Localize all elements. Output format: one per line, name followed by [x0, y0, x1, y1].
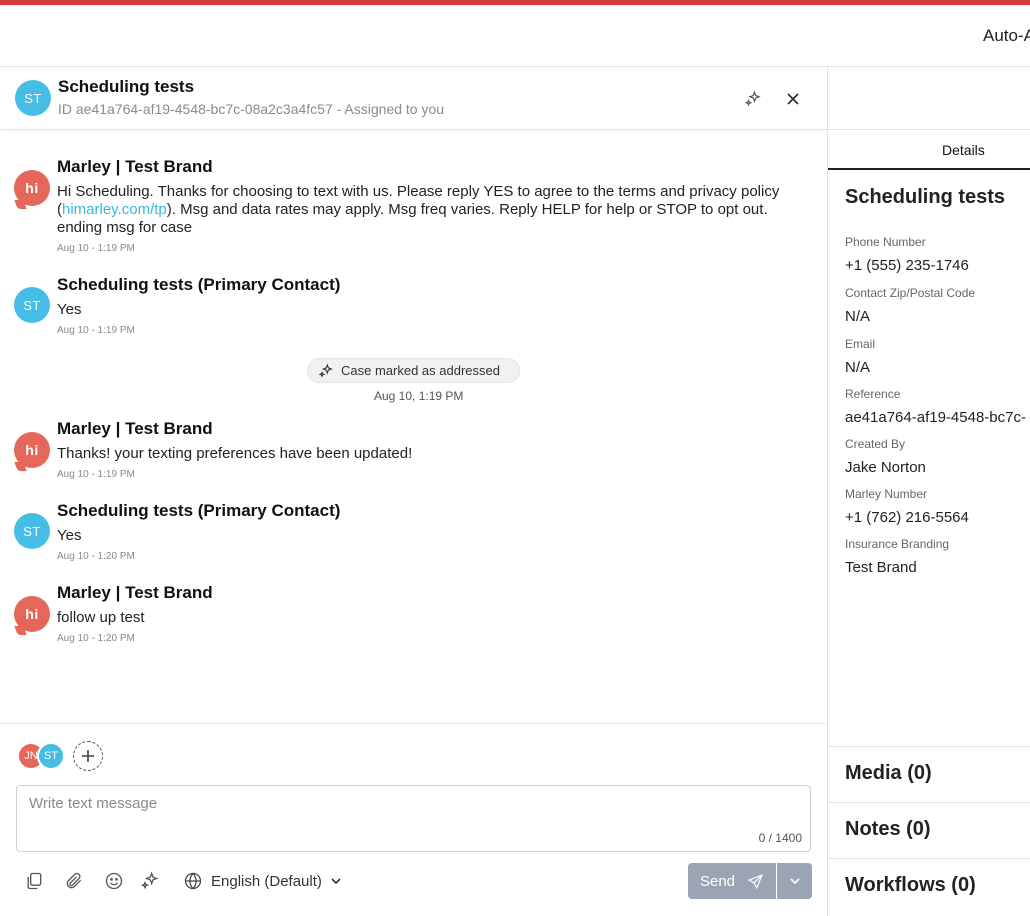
contact-avatar: ST — [14, 513, 50, 549]
message-author: Marley | Test Brand — [57, 583, 213, 602]
chat-title: Scheduling tests — [58, 77, 195, 96]
message-author: Scheduling tests (Primary Contact) — [57, 275, 341, 294]
message-body: Yes — [57, 527, 82, 544]
contact-avatar: ST — [14, 287, 50, 323]
field-value: Jake Norton — [845, 459, 926, 476]
add-participant-button[interactable] — [73, 741, 103, 771]
field-label: Insurance Branding — [845, 537, 950, 551]
plus-icon — [82, 750, 94, 762]
language-selector[interactable]: English (Default) — [183, 870, 342, 892]
tab-details[interactable]: Details — [942, 142, 985, 158]
message-body: Thanks! your texting preferences have be… — [57, 445, 413, 462]
field-value: Test Brand — [845, 559, 917, 576]
event-time: Aug 10, 1:19 PM — [374, 389, 464, 403]
chat-header: ST Scheduling tests ID ae41a764-af19-454… — [0, 67, 828, 130]
notes-section[interactable]: Notes (0) — [828, 802, 1030, 858]
char-counter: 0 / 1400 — [758, 831, 802, 845]
field-value: +1 (555) 235-1746 — [845, 257, 969, 274]
chevron-down-icon — [789, 878, 800, 885]
emoji-icon[interactable] — [103, 870, 125, 892]
section-title: Media (0) — [845, 762, 932, 784]
terms-link[interactable]: himarley.com/tp — [62, 201, 167, 218]
composer-divider — [0, 723, 828, 724]
sparkle-icon — [318, 362, 333, 378]
ai-sparkle-icon[interactable] — [139, 870, 161, 892]
field-value: +1 (762) 216-5564 — [845, 509, 969, 526]
field-label: Marley Number — [845, 487, 928, 501]
contact-avatar: ST — [15, 80, 51, 116]
message-input[interactable] — [29, 795, 789, 823]
event-label: Case marked as addressed — [341, 363, 500, 378]
chat-subtitle: ID ae41a764-af19-4548-bc7c-08a2c3a4fc57 … — [58, 101, 445, 117]
paperclip-icon[interactable] — [63, 870, 85, 892]
message-body: Yes — [57, 301, 82, 318]
message-body: follow up test — [57, 609, 145, 626]
section-title: Notes (0) — [845, 818, 931, 840]
field-value: N/A — [845, 308, 871, 325]
details-tabs: Details — [828, 129, 1030, 170]
templates-icon[interactable] — [23, 870, 45, 892]
message-time: Aug 10 - 1:19 PM — [57, 469, 135, 480]
field-value: N/A — [845, 359, 871, 376]
top-bar: Auto-A — [0, 5, 1030, 67]
message-author: Marley | Test Brand — [57, 157, 213, 176]
message-body: Hi Scheduling. Thanks for choosing to te… — [57, 183, 797, 237]
participant-avatar[interactable]: ST — [37, 742, 65, 770]
details-panel: Details Scheduling tests Phone Number +1… — [827, 67, 1030, 916]
case-addressed-event: Case marked as addressed — [307, 358, 520, 383]
message-time: Aug 10 - 1:20 PM — [57, 551, 135, 562]
message-author: Marley | Test Brand — [57, 419, 213, 438]
brand-avatar: hi — [14, 432, 50, 468]
brand-avatar: hi — [14, 170, 50, 206]
send-label: Send — [699, 872, 736, 890]
send-icon — [747, 873, 763, 889]
field-label: Created By — [845, 437, 906, 451]
field-label: Phone Number — [845, 235, 926, 249]
close-icon[interactable] — [782, 88, 804, 110]
workflows-section[interactable]: Workflows (0) — [828, 858, 1030, 914]
field-label: Contact Zip/Postal Code — [845, 286, 976, 300]
message-time: Aug 10 - 1:19 PM — [57, 243, 135, 254]
message-input-box: 0 / 1400 — [16, 785, 811, 852]
field-value: ae41a764-af19-4548-bc7c- — [845, 409, 1026, 426]
topbar-right-label[interactable]: Auto-A — [983, 26, 1030, 46]
send-button[interactable]: Send — [688, 863, 776, 899]
section-title: Workflows (0) — [845, 874, 976, 896]
send-options-button[interactable] — [777, 863, 812, 899]
details-title: Scheduling tests — [845, 186, 1006, 208]
message-author: Scheduling tests (Primary Contact) — [57, 501, 341, 520]
message-time: Aug 10 - 1:19 PM — [57, 325, 135, 336]
field-label: Reference — [845, 387, 901, 401]
brand-avatar: hi — [14, 596, 50, 632]
sparkle-icon[interactable] — [742, 88, 764, 110]
language-label: English (Default) — [211, 872, 322, 890]
globe-icon — [184, 872, 202, 890]
media-section[interactable]: Media (0) — [828, 746, 1030, 802]
field-label: Email — [845, 337, 876, 351]
message-time: Aug 10 - 1:20 PM — [57, 633, 135, 644]
chevron-down-icon — [331, 878, 341, 885]
